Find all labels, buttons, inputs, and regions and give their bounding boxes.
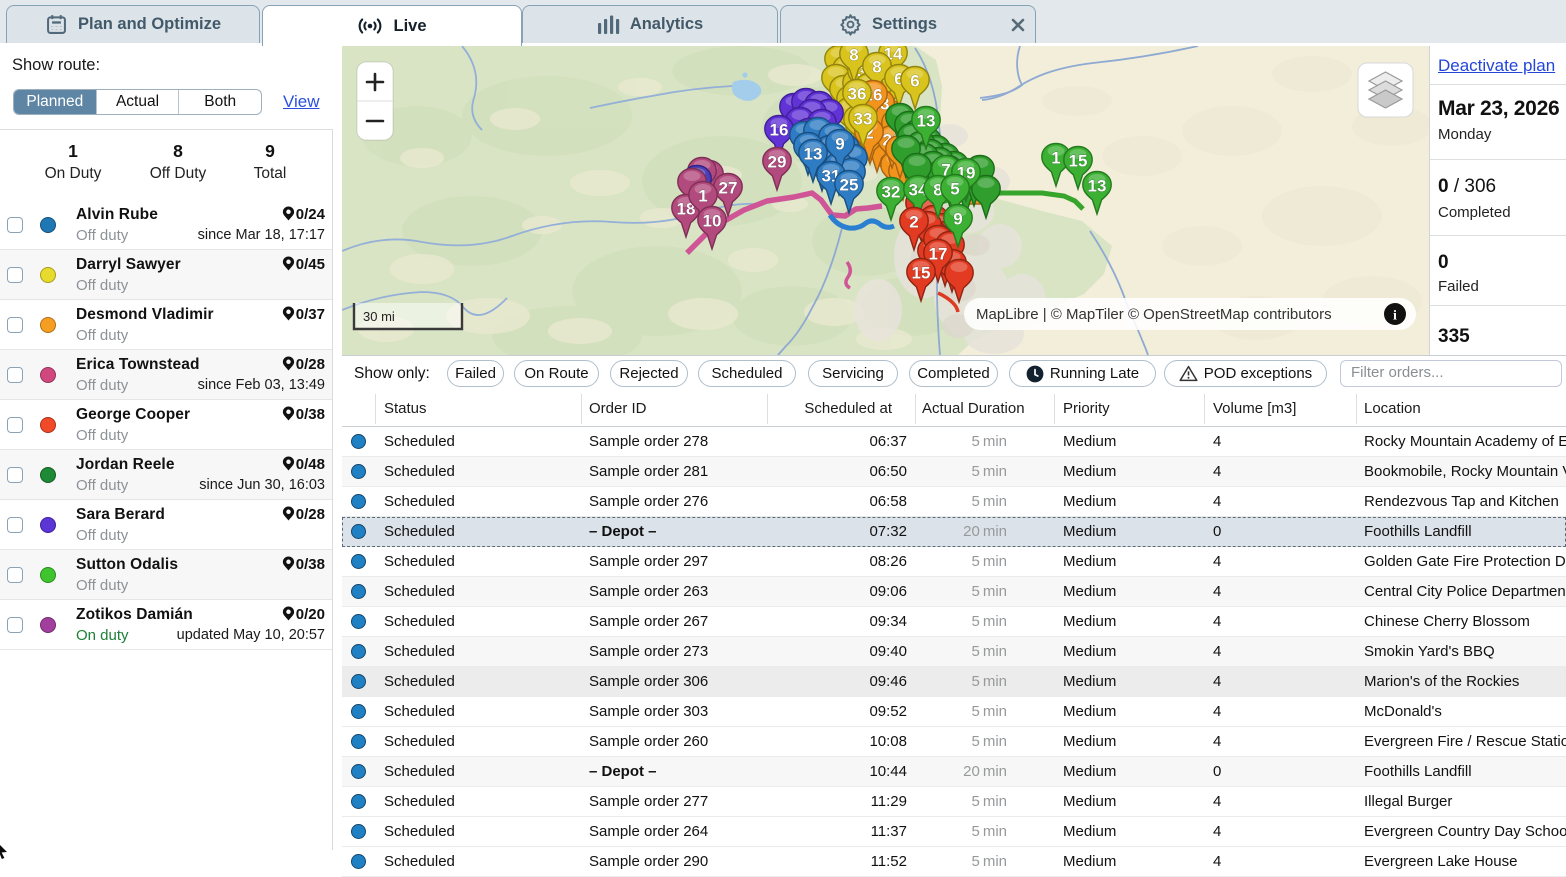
svg-text:13: 13 bbox=[917, 112, 936, 131]
svg-text:i: i bbox=[1393, 309, 1397, 324]
svg-text:13: 13 bbox=[1088, 177, 1107, 196]
svg-text:9: 9 bbox=[835, 135, 844, 154]
svg-text:8: 8 bbox=[849, 46, 858, 65]
svg-text:9: 9 bbox=[953, 210, 962, 229]
svg-text:36: 36 bbox=[848, 85, 867, 104]
svg-text:30 mi: 30 mi bbox=[363, 309, 395, 324]
svg-text:25: 25 bbox=[840, 176, 859, 195]
svg-text:13: 13 bbox=[804, 145, 823, 164]
svg-text:27: 27 bbox=[719, 179, 738, 198]
svg-text:29: 29 bbox=[768, 153, 787, 172]
svg-text:1: 1 bbox=[698, 187, 707, 206]
svg-text:16: 16 bbox=[770, 121, 789, 140]
svg-text:10: 10 bbox=[703, 212, 722, 231]
svg-text:15: 15 bbox=[1069, 152, 1088, 171]
svg-text:2: 2 bbox=[909, 213, 918, 232]
svg-text:33: 33 bbox=[854, 110, 873, 129]
svg-text:1: 1 bbox=[1051, 149, 1060, 168]
svg-text:15: 15 bbox=[912, 264, 931, 283]
svg-text:32: 32 bbox=[882, 183, 901, 202]
svg-text:6: 6 bbox=[910, 72, 919, 91]
svg-text:MapLibre | © MapTiler © OpenSt: MapLibre | © MapTiler © OpenStreetMap co… bbox=[976, 306, 1332, 323]
svg-text:17: 17 bbox=[929, 245, 948, 264]
svg-text:5: 5 bbox=[950, 180, 959, 199]
svg-text:8: 8 bbox=[872, 58, 881, 77]
